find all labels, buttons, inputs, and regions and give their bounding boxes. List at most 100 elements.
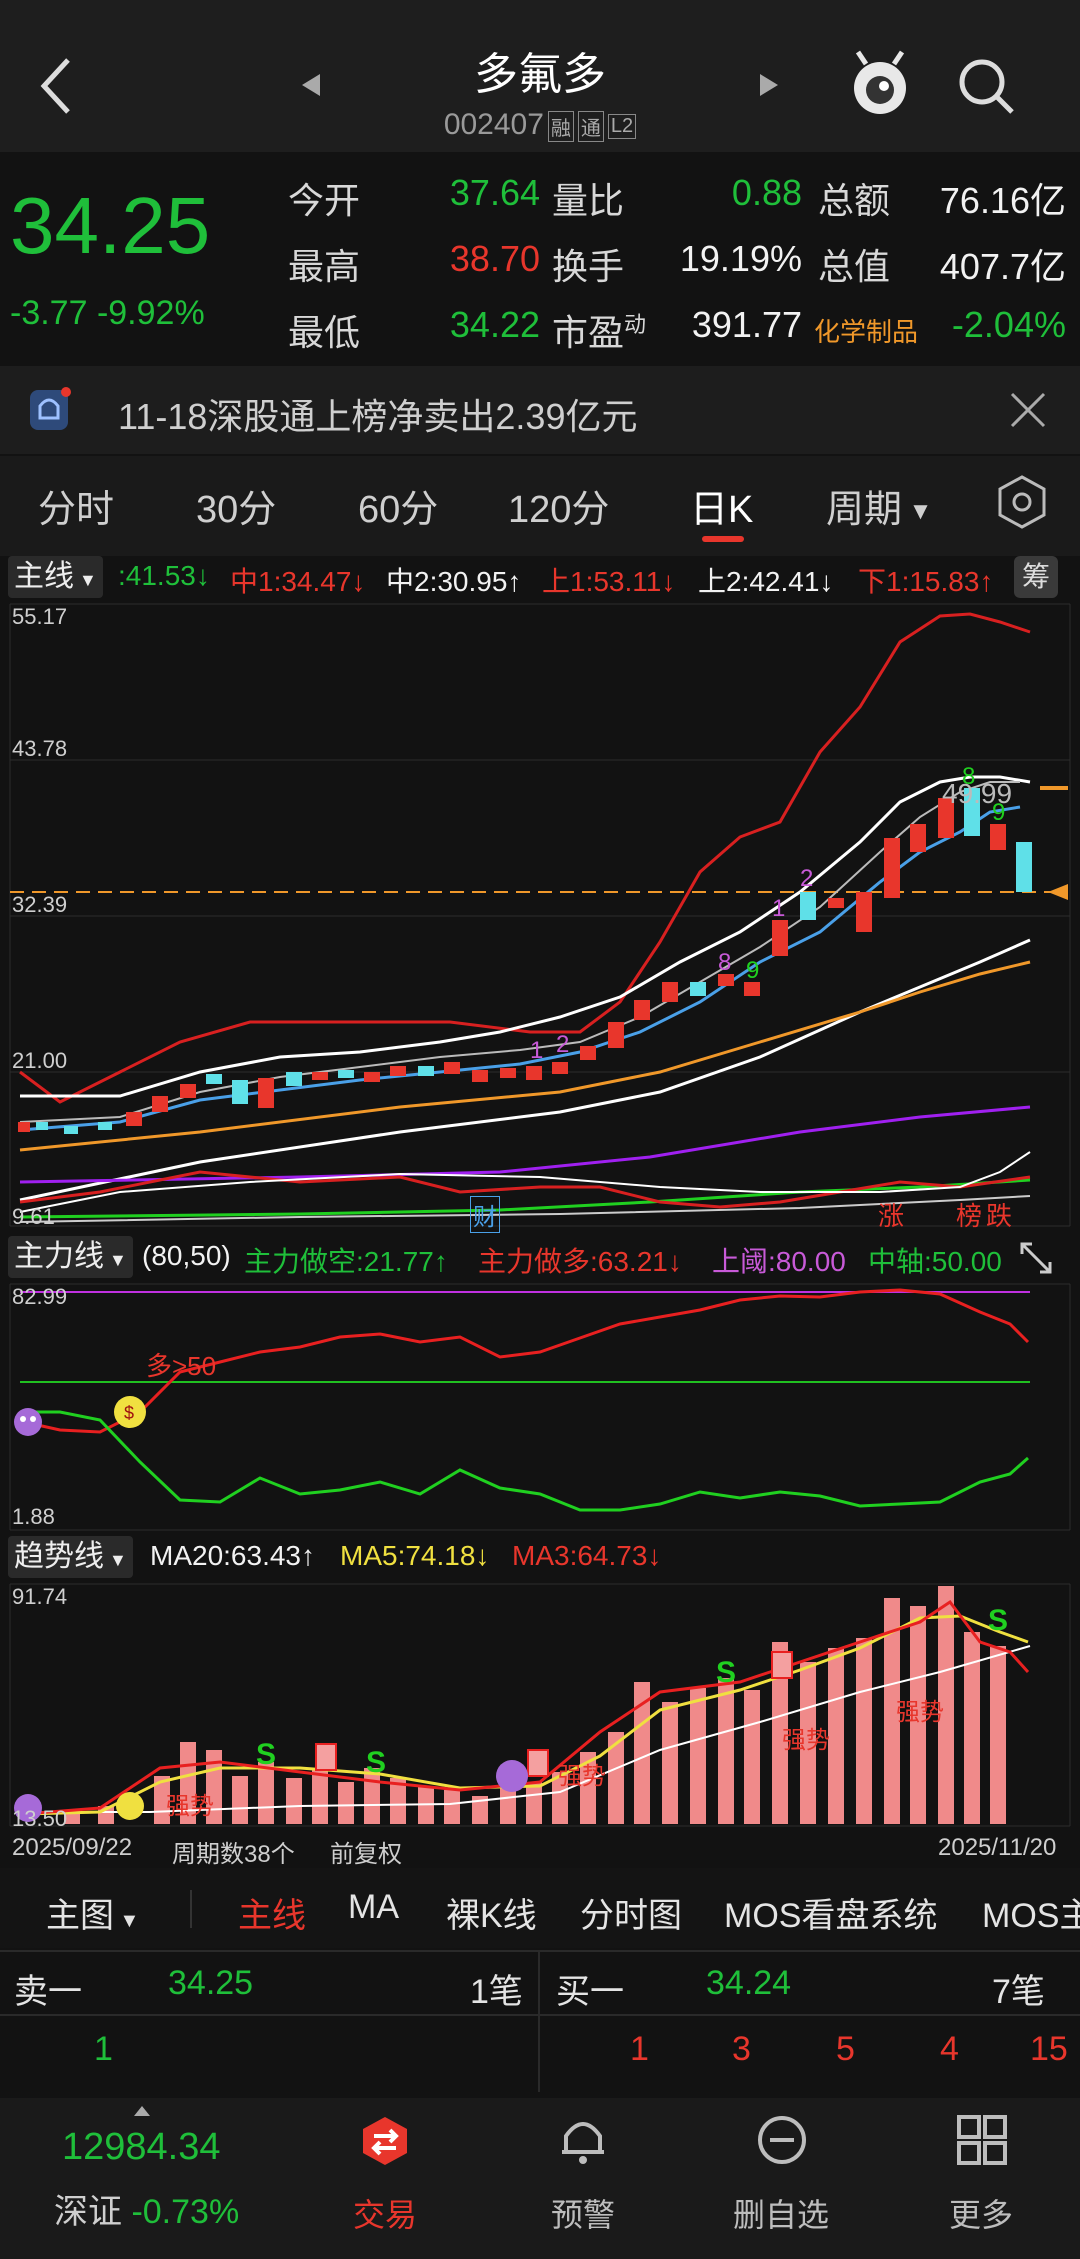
upper2-value: 上2:42.41↓ (698, 566, 834, 597)
pe-label: 市盈动 (552, 312, 647, 353)
svg-text:$: $ (124, 1403, 134, 1423)
force-short-line (24, 1410, 1029, 1512)
mascot-icon[interactable] (848, 50, 912, 118)
event-list-badge[interactable]: 榜 (956, 1196, 982, 1233)
l2-tag: L2 (607, 113, 637, 139)
orderbook-mid-divider (538, 1950, 540, 2092)
turnover-amount-label: 总额 (818, 180, 891, 221)
open-label: 今开 (288, 180, 361, 221)
main-indicator-selector[interactable]: 主线 ▼ (8, 556, 103, 598)
nav-alert-label: 预警 (550, 2197, 615, 2233)
adjust-mode[interactable]: 前复权 (330, 1834, 402, 1869)
tab-naked-k[interactable]: 裸K线 (446, 1888, 537, 1937)
index-expand-icon[interactable] (132, 2104, 152, 2118)
money-bag-icon: $ (114, 1396, 146, 1428)
change-value: -3.77 (10, 294, 88, 332)
force-short-value: 主力做空:21.77↑ (244, 1246, 448, 1277)
lower1-value: 下1:15.83↑ (858, 566, 994, 597)
main-axis-4: 21.00 (12, 1048, 68, 1073)
tab-daily-k[interactable]: 日K (690, 478, 753, 533)
signal-s-3: S (716, 1656, 736, 1689)
upper2-band (20, 775, 1031, 1098)
active-tab-underline (702, 536, 744, 542)
tab-30min[interactable]: 30分 (196, 478, 276, 533)
trend-indicator-row: 趋势线 ▼ MA20:63.43↑ MA5:74.18↓ MA3:64.73↓ (0, 1532, 1080, 1582)
trend-label-2: 强势 (558, 1763, 606, 1790)
force-indicator-row: 主力线 ▼ (80,50) 主力做空:21.77↑ 主力做多:63.21↓ 上阈… (0, 1232, 1080, 1282)
event-limit-down-badge[interactable]: 跌 (986, 1196, 1012, 1233)
current-price-marker (1048, 884, 1068, 900)
event-finance-badge[interactable]: 财 (470, 1196, 500, 1233)
tab-60min[interactable]: 60分 (358, 478, 438, 533)
trend-label-4: 强势 (896, 1699, 944, 1726)
main-indicator-value: :41.53↓ (118, 560, 210, 591)
trade-icon (363, 2117, 407, 2165)
buy1-detail-3: 5 (836, 2030, 855, 2068)
main-chart-selector[interactable]: 主图 ▼ (46, 1888, 139, 1937)
order-book: 卖一 34.25 1笔 买一 34.24 7笔 1 1 3 5 4 15 (0, 1950, 1080, 2092)
bottom-bar: 12984.34 深证 -0.73% 交易 预警 删自选 更多 (0, 2098, 1080, 2259)
sell1-count: 1笔 (470, 1973, 523, 2011)
force-indicator-chart[interactable]: $ (0, 1282, 1080, 1532)
mid2-value: 中2:30.95↑ (386, 566, 522, 597)
svg-text:9: 9 (746, 957, 759, 984)
upper1-band (19, 612, 1031, 1104)
low-value: 34.22 (449, 304, 540, 345)
index-name: 深证 (54, 2193, 122, 2231)
force-annotation: 多>50 (146, 1351, 217, 1381)
pe-value: 391.77 (691, 304, 802, 345)
trend-ma3: MA3:64.73↓ (512, 1540, 662, 1571)
signal-s-4: S (988, 1604, 1008, 1637)
orderbook-top-divider (0, 1950, 1080, 1952)
turnover-amount-value: 76.16亿 (939, 180, 1066, 221)
signal-s-1: S (256, 1738, 276, 1771)
tab-mos-system[interactable]: MOS看盘系统 (724, 1888, 937, 1937)
tab-mos-main[interactable]: MOS主 (982, 1888, 1080, 1937)
stock-code: 002407 (443, 108, 544, 141)
index-info[interactable]: 深证 -0.73% (54, 2184, 239, 2233)
settings-hex-icon[interactable] (996, 474, 1048, 530)
force-axis-value: 中轴:50.00 (868, 1246, 1002, 1277)
force-upper-value: 上阈:80.00 (712, 1246, 846, 1277)
notice-text: 11-18深股通上榜净卖出2.39亿元 (118, 396, 638, 437)
sector-label[interactable]: 化学制品 (814, 312, 918, 349)
event-limit-up-badge[interactable]: 涨 (878, 1196, 904, 1233)
tab-intraday-chart[interactable]: 分时图 (580, 1888, 682, 1937)
tab-period[interactable]: 周期 ▼ (826, 478, 932, 533)
force-axis-top: 82.99 (12, 1284, 68, 1309)
turnover-rate-label: 换手 (552, 246, 625, 287)
index-value[interactable]: 12984.34 (62, 2126, 221, 2169)
next-stock-icon[interactable] (758, 72, 780, 98)
svg-text:2: 2 (800, 865, 813, 892)
tab-main-line[interactable]: 主线 (238, 1888, 306, 1937)
notice-bar[interactable]: 11-18深股通上榜净卖出2.39亿元 (0, 366, 1080, 454)
period-count: 周期数38个 (172, 1841, 295, 1868)
chips-button[interactable]: 筹 (1014, 556, 1058, 598)
trend-indicator-selector[interactable]: 趋势线 ▼ (8, 1536, 133, 1578)
buy1-detail-2: 3 (732, 2030, 751, 2068)
orderbook-row-divider (0, 2014, 1080, 2016)
tab-ma[interactable]: MA (348, 1888, 399, 1927)
stock-title: 多氟多 (474, 50, 606, 99)
main-axis-bottom: 9.61 (12, 1204, 55, 1229)
force-indicator-selector[interactable]: 主力线 ▼ (8, 1236, 133, 1278)
tab-intraday[interactable]: 分时 (38, 478, 114, 533)
main-axis-2: 43.78 (12, 736, 68, 761)
force-face-icon-left (14, 1408, 42, 1436)
high-price-label: 49.99 (942, 778, 1013, 809)
volume-ratio-label: 量比 (552, 180, 625, 221)
period-tabs: 分时 30分 60分 120分 日K 周期 ▼ (0, 456, 1080, 556)
low-label: 最低 (288, 312, 361, 353)
trend-label-1: 强势 (166, 1793, 214, 1820)
expand-icon[interactable] (1018, 1240, 1054, 1276)
main-kline-chart[interactable]: 1 2 8 9 1 2 8 9 (0, 602, 1080, 1228)
force-axis-bottom: 1.88 (12, 1504, 55, 1529)
tab-120min[interactable]: 120分 (508, 478, 609, 533)
turnover-rate-value: 19.19% (679, 238, 802, 279)
search-icon[interactable] (956, 56, 1016, 116)
signal-s-2: S (366, 1746, 386, 1779)
close-icon[interactable] (1008, 390, 1048, 430)
tabs-divider (190, 1890, 192, 1928)
buy1-detail-1: 1 (630, 2030, 649, 2068)
volume-ratio-value: 0.88 (731, 172, 802, 213)
